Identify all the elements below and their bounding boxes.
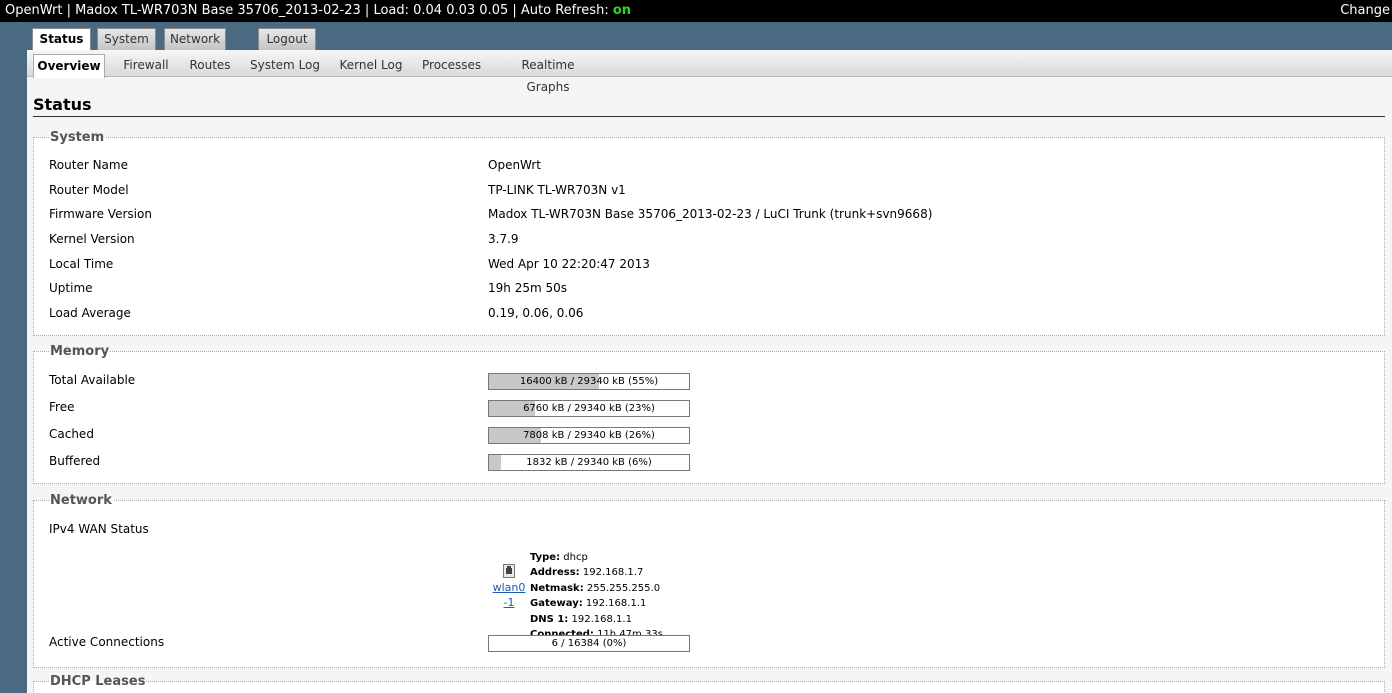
progress-text: 6 / 16384 (0%) bbox=[551, 638, 627, 649]
dhcp-leases-section: DHCP Leases bbox=[33, 674, 1385, 693]
row-label: Firmware Version bbox=[49, 207, 152, 221]
top-status-bar: OpenWrt | Madox TL-WR703N Base 35706_201… bbox=[0, 0, 1392, 22]
row-value: 0.19, 0.06, 0.06 bbox=[488, 306, 584, 320]
wan-interface-link[interactable]: wlan0-1 bbox=[492, 580, 526, 610]
load-readout: Load: 0.04 0.03 0.05 bbox=[373, 3, 509, 18]
hostname: OpenWrt bbox=[5, 3, 63, 18]
subtab-system-log[interactable]: System Log bbox=[250, 54, 320, 77]
memory-section: Memory bbox=[33, 344, 1385, 484]
changes-link[interactable]: Change bbox=[1340, 0, 1390, 22]
row-label: IPv4 WAN Status bbox=[49, 522, 149, 536]
dhcp-section-title: DHCP Leases bbox=[50, 674, 146, 689]
tab-network[interactable]: Network bbox=[164, 28, 226, 50]
subtab-overview[interactable]: Overview bbox=[33, 54, 105, 78]
wan-interface-block: wlan0-1 bbox=[492, 564, 526, 610]
row-value: OpenWrt bbox=[488, 158, 542, 172]
connections-progress-bar: 6 / 16384 (0%) bbox=[488, 635, 690, 652]
row-label: Local Time bbox=[49, 257, 114, 271]
tab-status[interactable]: Status bbox=[32, 28, 91, 51]
tab-logout[interactable]: Logout bbox=[258, 28, 316, 50]
row-label: Cached bbox=[49, 427, 94, 441]
ethernet-port-icon bbox=[503, 564, 515, 578]
row-label: Load Average bbox=[49, 306, 131, 320]
subtab-kernel-log[interactable]: Kernel Log bbox=[339, 54, 403, 77]
progress-text: 6760 kB / 29340 kB (23%) bbox=[523, 403, 655, 414]
subtab-realtime-graphs[interactable]: Realtime Graphs bbox=[499, 54, 597, 94]
content-area: Overview Firewall Routes System Log Kern… bbox=[27, 50, 1392, 693]
row-label: Router Name bbox=[49, 158, 128, 172]
row-label: Active Connections bbox=[49, 635, 165, 649]
subtab-routes[interactable]: Routes bbox=[189, 54, 231, 77]
subtab-processes[interactable]: Processes bbox=[422, 54, 481, 77]
sub-tabs: Overview Firewall Routes System Log Kern… bbox=[27, 50, 1392, 94]
auto-refresh-toggle[interactable]: on bbox=[613, 3, 631, 18]
ipv4-wan-row: IPv4 WAN Status wlan0-1 Type: dhcp Addre… bbox=[49, 522, 1359, 640]
row-label: Total Available bbox=[49, 373, 136, 387]
row-value: TP-LINK TL-WR703N v1 bbox=[488, 183, 626, 197]
progress-text: 1832 kB / 29340 kB (6%) bbox=[526, 457, 652, 468]
tab-system[interactable]: System bbox=[97, 28, 156, 50]
memory-progress-bar: 16400 kB / 29340 kB (55%) bbox=[488, 373, 690, 390]
row-label: Free bbox=[49, 400, 75, 414]
row-label: Buffered bbox=[49, 454, 101, 468]
memory-progress-bar: 6760 kB / 29340 kB (23%) bbox=[488, 400, 690, 417]
system-section-title: System bbox=[50, 130, 105, 145]
row-value: 19h 25m 50s bbox=[488, 281, 567, 295]
page-title: Status bbox=[33, 95, 1385, 117]
row-value: 3.7.9 bbox=[488, 232, 519, 246]
auto-refresh-label: Auto Refresh: bbox=[520, 3, 613, 18]
memory-progress-bar: 1832 kB / 29340 kB (6%) bbox=[488, 454, 690, 471]
memory-progress-bar: 7808 kB / 29340 kB (26%) bbox=[488, 427, 690, 444]
row-label: Uptime bbox=[49, 281, 93, 295]
row-value: Wed Apr 10 22:20:47 2013 bbox=[488, 257, 650, 271]
row-label: Kernel Version bbox=[49, 232, 135, 246]
subtab-firewall[interactable]: Firewall bbox=[123, 54, 169, 77]
wan-details: Type: dhcp Address: 192.168.1.7 Netmask:… bbox=[530, 552, 663, 640]
network-section-title: Network bbox=[50, 493, 112, 508]
memory-section-title: Memory bbox=[50, 344, 110, 359]
row-label: Router Model bbox=[49, 183, 129, 197]
row-value: Madox TL-WR703N Base 35706_2013-02-23 / … bbox=[488, 207, 933, 221]
progress-text: 7808 kB / 29340 kB (26%) bbox=[523, 430, 655, 441]
progress-text: 16400 kB / 29340 kB (55%) bbox=[519, 376, 659, 387]
system-section: System bbox=[33, 130, 1385, 336]
firmware-version: Madox TL-WR703N Base 35706_2013-02-23 bbox=[75, 3, 361, 18]
